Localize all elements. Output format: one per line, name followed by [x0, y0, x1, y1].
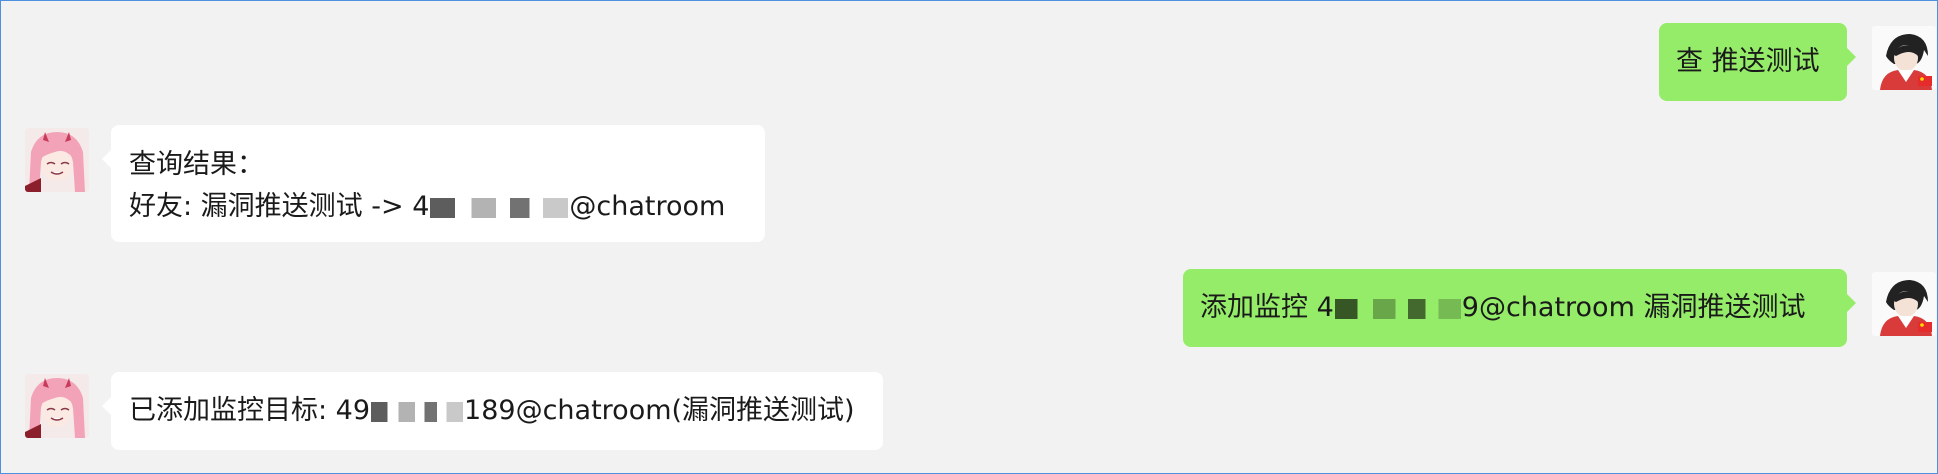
message-text: 已添加监控目标: 49 189@chatroom(漏洞推送测试): [129, 390, 865, 432]
outgoing-message-bubble[interactable]: 添加监控 4 9@chatroom 漏洞推送测试: [1183, 269, 1856, 347]
message-row-incoming: 已添加监控目标: 49 189@chatroom(漏洞推送测试): [1, 372, 1937, 452]
message-text: 添加监控 4 9@chatroom 漏洞推送测试: [1200, 287, 1829, 329]
message-text: 查 推送测试: [1676, 46, 1820, 77]
message-text-segment: 添加监控 4: [1200, 292, 1334, 323]
outgoing-message-bubble[interactable]: 查 推送测试: [1659, 23, 1856, 101]
message-text: 查询结果：: [129, 149, 264, 180]
message-row-outgoing: 添加监控 4 9@chatroom 漏洞推送测试: [1, 269, 1937, 349]
red-jacket-anime-avatar-icon: [1872, 272, 1936, 336]
redacted-region: [1334, 298, 1461, 319]
message-text-segment: 好友: 漏洞推送测试 -> 4: [129, 191, 430, 222]
pink-hair-anime-avatar-icon: [25, 128, 89, 192]
message-text-segment: 9@chatroom 漏洞推送测试: [1461, 292, 1806, 323]
message-row-outgoing: 查 推送测试: [1, 23, 1937, 103]
contact-avatar[interactable]: [25, 374, 89, 438]
pink-hair-anime-avatar-icon: [25, 374, 89, 438]
incoming-message-bubble[interactable]: 已添加监控目标: 49 189@chatroom(漏洞推送测试): [102, 372, 883, 450]
chat-window: 查 推送测试 查询结果： 好友: 漏洞推送测试 -> 4 @chatroom 添…: [0, 0, 1938, 474]
redacted-region: [371, 401, 464, 422]
message-row-incoming: 查询结果： 好友: 漏洞推送测试 -> 4 @chatroom: [1, 125, 1937, 245]
message-text: 好友: 漏洞推送测试 -> 4 @chatroom: [129, 186, 747, 228]
message-text-segment: 已添加监控目标: 49: [129, 395, 371, 426]
self-avatar[interactable]: [1872, 26, 1936, 90]
self-avatar[interactable]: [1872, 272, 1936, 336]
red-jacket-anime-avatar-icon: [1872, 26, 1936, 90]
contact-avatar[interactable]: [25, 128, 89, 192]
message-text-segment: @chatroom: [569, 191, 726, 222]
redacted-region: [430, 197, 569, 218]
message-text-segment: 189@chatroom(漏洞推送测试): [464, 395, 855, 426]
incoming-message-bubble[interactable]: 查询结果： 好友: 漏洞推送测试 -> 4 @chatroom: [102, 125, 765, 242]
